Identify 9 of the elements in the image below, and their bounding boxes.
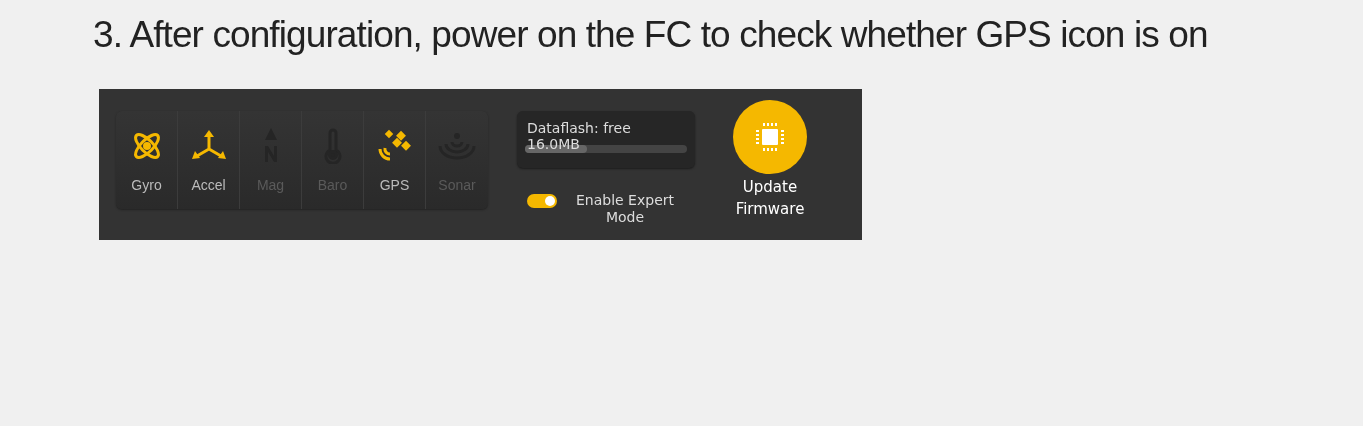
toggle-label: Enable Expert Mode <box>575 192 675 226</box>
sensor-label: GPS <box>379 177 410 193</box>
instruction-heading: 3. After configuration, power on the FC to check whether GPS icon is on <box>93 14 1208 56</box>
chip-icon <box>753 120 787 154</box>
dataflash-label: Dataflash: free <box>527 120 631 136</box>
sensor-label: Accel <box>191 177 226 193</box>
free-space-value: 16.0MB <box>527 136 580 152</box>
toggle-switch[interactable] <box>527 194 557 208</box>
sensor-label: Gyro <box>131 177 162 193</box>
